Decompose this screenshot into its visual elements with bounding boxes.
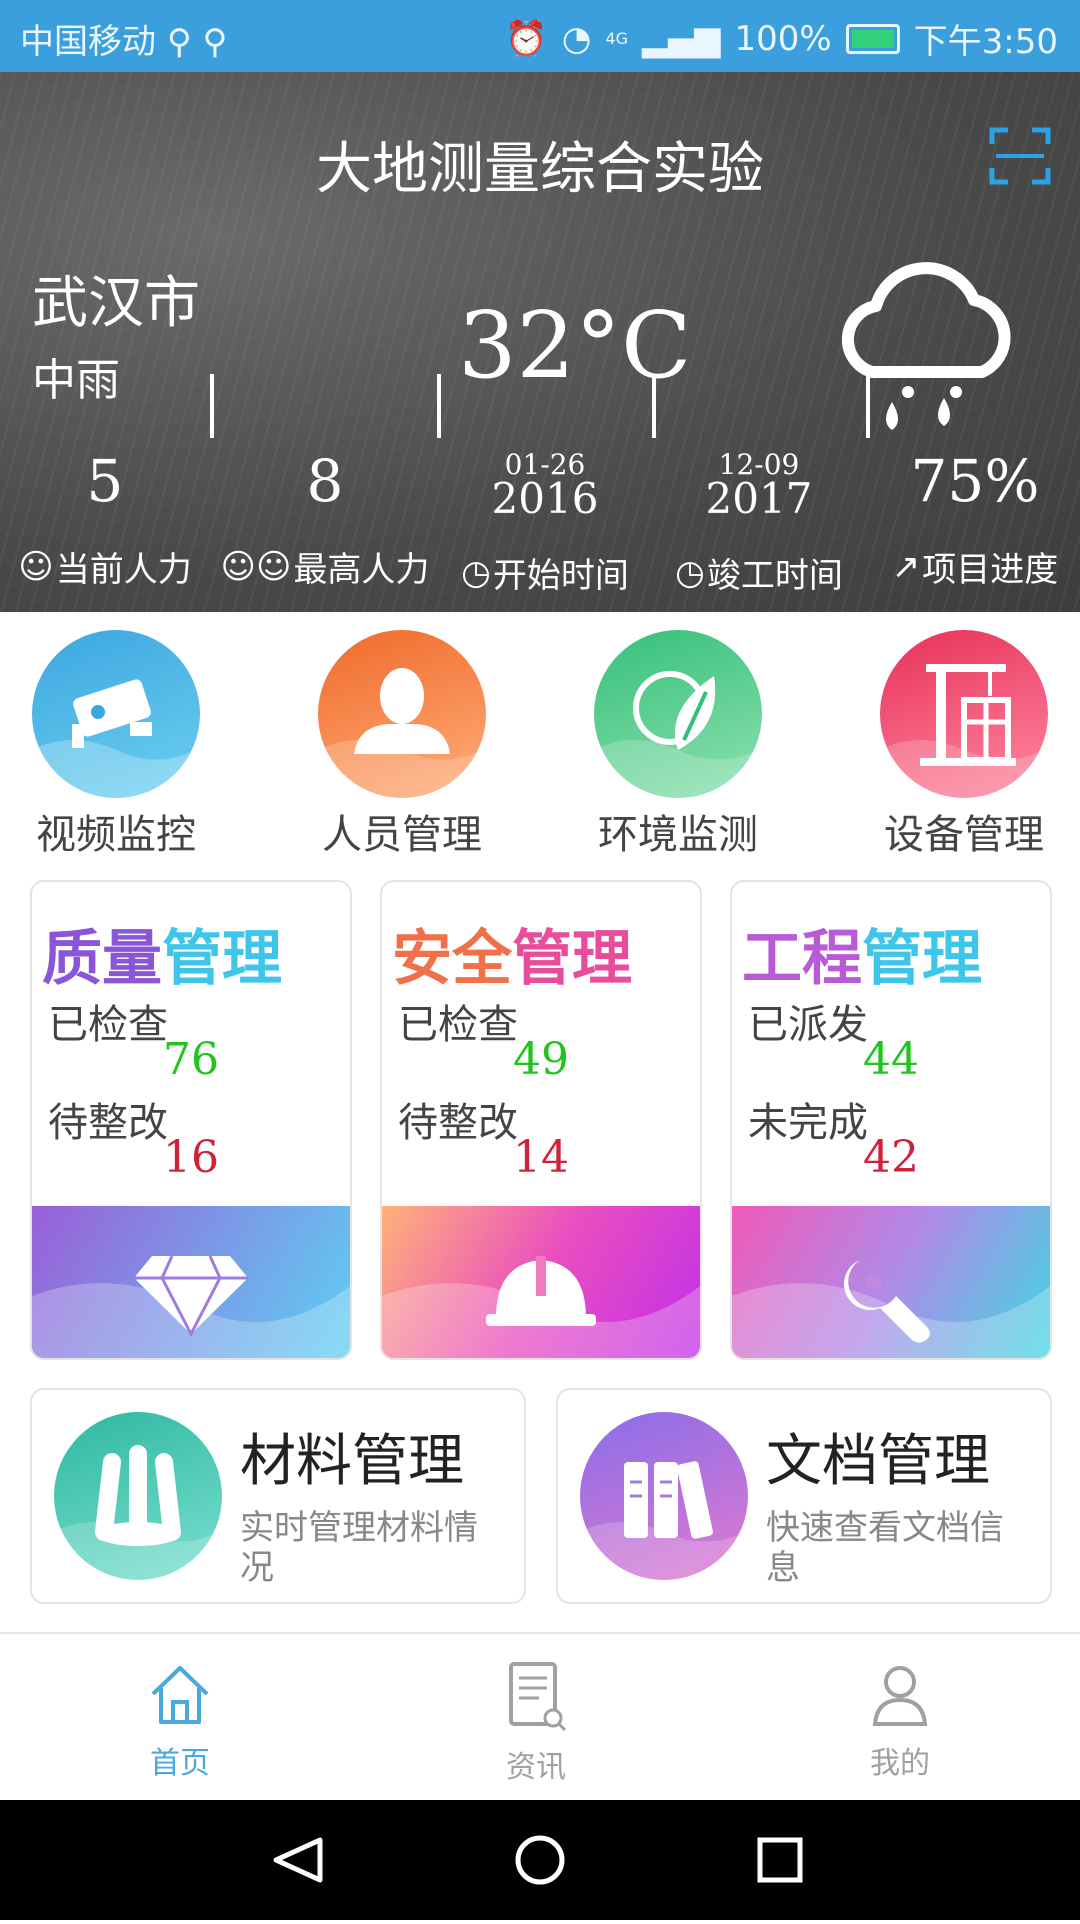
- trend-icon: ↗: [891, 546, 921, 587]
- network-label: 4G: [605, 29, 628, 48]
- stat-max-manpower: 8 ☺☺ 最高人力: [220, 442, 430, 590]
- card-title: 质量管理: [42, 924, 282, 994]
- recents-icon[interactable]: [757, 1837, 803, 1883]
- module-video-monitor[interactable]: 视频监控: [6, 630, 226, 860]
- stat-label: 项目进度: [922, 550, 1059, 590]
- materials-card[interactable]: 材料管理 实时管理材料情况: [30, 1388, 526, 1604]
- pending-count: 14: [513, 1132, 569, 1183]
- stat-label: 开始时间: [492, 556, 629, 596]
- helmet-icon: [382, 1256, 700, 1358]
- pending-count: 16: [163, 1132, 219, 1183]
- weather-condition: 中雨: [32, 355, 120, 406]
- rain-cloud-icon: [841, 262, 1011, 430]
- stat-value: 5: [86, 447, 124, 515]
- city-name: 武汉市: [32, 271, 200, 336]
- carrier-label: 中国移动: [20, 22, 156, 62]
- news-icon: [509, 1662, 567, 1732]
- tab-bar: 首页 资讯 我的: [0, 1632, 1080, 1804]
- pipes-icon: [54, 1412, 222, 1580]
- stat-divider: [866, 374, 870, 438]
- tab-label: 资讯: [506, 1750, 566, 1785]
- module-grid: 视频监控 人员管理 环境监测 设备管理: [0, 630, 1080, 860]
- stat-value: 8: [306, 447, 344, 515]
- stat-value: 75%: [910, 447, 1040, 515]
- module-label: 人员管理: [322, 812, 482, 858]
- profile-icon: [872, 1666, 928, 1726]
- quality-card[interactable]: 质量管理 已检查 76 待整改 16: [30, 880, 352, 1360]
- temperature: 32°C: [458, 292, 692, 399]
- back-icon[interactable]: [273, 1837, 323, 1883]
- status-bar: 中国移动 ⚲ ⚲ ⏰ ◔ 4G ▂▄▆ 100% 下午3:50: [0, 0, 1080, 72]
- clock-icon: ◷: [675, 552, 705, 593]
- checked-count: 76: [163, 1034, 219, 1085]
- system-nav-bar: [0, 1800, 1080, 1920]
- signal-icon: ▂▄▆: [641, 18, 721, 59]
- battery-icon: [845, 23, 900, 54]
- battery-percent: 100%: [734, 18, 832, 59]
- stat-label: 当前人力: [55, 550, 192, 590]
- module-label: 设备管理: [884, 812, 1044, 858]
- card-description: 实时管理材料情况: [240, 1508, 478, 1588]
- user-icon: [318, 668, 486, 798]
- module-label: 环境监测: [598, 812, 758, 858]
- documents-card[interactable]: 文档管理 快速查看文档信息: [556, 1388, 1052, 1604]
- card-title: 工程管理: [742, 924, 982, 994]
- wifi-icon: ◔: [561, 18, 592, 59]
- weather-panel: 大地测量综合实验 武汉市 中雨 32°C 5 ☺ 当前人力 8 ☺☺ 最高人力 01…: [0, 72, 1080, 612]
- dispatched-count: 44: [863, 1034, 919, 1085]
- stat-divider: [210, 374, 214, 438]
- books-icon: [580, 1412, 748, 1580]
- unfinished-count: 42: [863, 1132, 919, 1183]
- safety-card[interactable]: 安全管理 已检查 49 待整改 14: [380, 880, 702, 1360]
- stat-date-year: 2016: [491, 474, 599, 523]
- stat-current-manpower: 5 ☺ 当前人力: [0, 442, 210, 590]
- stat-divider: [652, 374, 656, 438]
- stat-completion-time: 12-09 2017 ◷ 竣工时间: [654, 442, 864, 596]
- stat-label: 竣工时间: [706, 556, 843, 596]
- person-icon: ☺: [18, 546, 54, 587]
- home-nav-icon[interactable]: [515, 1835, 565, 1885]
- checked-count: 49: [513, 1034, 569, 1085]
- stat-label: 最高人力: [293, 550, 430, 590]
- module-personnel[interactable]: 人员管理: [292, 630, 512, 860]
- stat-progress: 75% ↗ 项目进度: [870, 442, 1080, 590]
- people-icon: ☺☺: [220, 546, 292, 587]
- tab-profile[interactable]: 我的: [800, 1660, 1000, 1782]
- stat-date-year: 2017: [705, 474, 813, 523]
- tab-news[interactable]: 资讯: [436, 1660, 636, 1786]
- card-title: 文档管理: [766, 1429, 990, 1494]
- home-icon: [151, 1666, 209, 1724]
- wrench-icon: [732, 1260, 1050, 1358]
- tab-home[interactable]: 首页: [80, 1660, 280, 1782]
- stat-start-time: 01-26 2016 ◷ 开始时间: [440, 442, 650, 596]
- page-title: 大地测量综合实验: [316, 137, 764, 202]
- leaf-globe-icon: [594, 671, 762, 798]
- module-label: 视频监控: [36, 812, 196, 858]
- module-environment[interactable]: 环境监测: [568, 630, 788, 860]
- crane-building-icon: [880, 664, 1048, 798]
- card-description: 快速查看文档信息: [766, 1508, 1004, 1588]
- clock-icon: ◷: [461, 552, 491, 593]
- scan-icon[interactable]: [988, 124, 1052, 188]
- stat-divider: [437, 374, 441, 438]
- tab-label: 我的: [870, 1746, 930, 1781]
- card-title: 材料管理: [240, 1429, 464, 1494]
- engineering-card[interactable]: 工程管理 已派发 44 未完成 42: [730, 880, 1052, 1360]
- camera-icon: [32, 679, 200, 798]
- card-title: 安全管理: [392, 924, 632, 994]
- tab-label: 首页: [150, 1746, 210, 1781]
- project-stats: 5 ☺ 当前人力 8 ☺☺ 最高人力 01-26 2016 ◷ 开始时间 12-09 …: [0, 442, 1080, 612]
- clock-time: 下午3:50: [913, 22, 1058, 62]
- diamond-icon: [32, 1255, 350, 1358]
- module-equipment[interactable]: 设备管理: [854, 630, 1074, 860]
- usb-icon: ⚲ ⚲: [166, 22, 228, 62]
- alarm-icon: ⏰: [505, 18, 548, 59]
